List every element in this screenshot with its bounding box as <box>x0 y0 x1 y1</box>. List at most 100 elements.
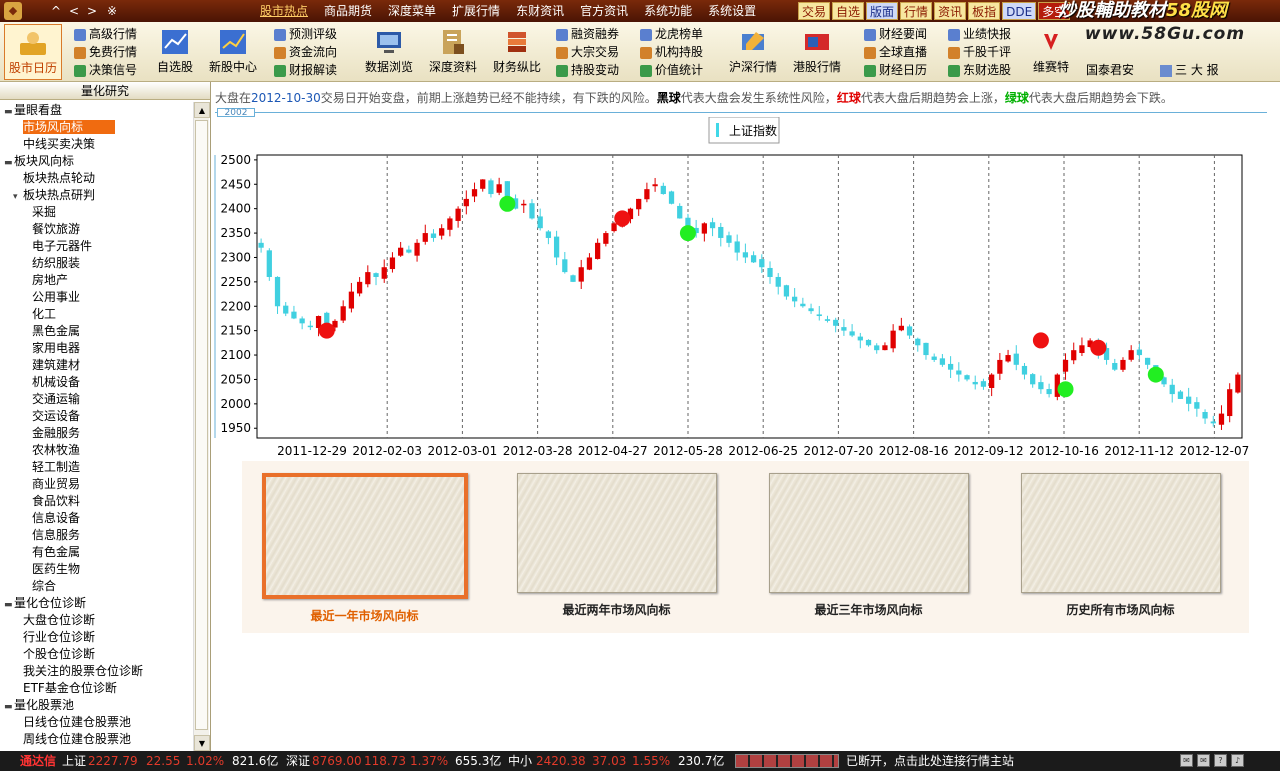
tree-item[interactable]: 食品饮料 <box>0 493 193 510</box>
tree-item[interactable]: 金融服务 <box>0 425 193 442</box>
alarm-icon[interactable]: ♪ <box>1231 754 1244 767</box>
menu-item[interactable]: 商品期货 <box>316 0 380 22</box>
toolbar-link[interactable]: 机构持股 <box>640 44 703 61</box>
tree-item[interactable]: 医药生物 <box>0 561 193 578</box>
green-signal-ball[interactable] <box>1147 366 1164 383</box>
email-icon[interactable]: ✉ <box>1197 754 1210 767</box>
tree-item[interactable]: 化工 <box>0 306 193 323</box>
tree-item[interactable]: ▬量眼看盘 <box>0 102 193 119</box>
toolbar-link[interactable]: 财经要闻 <box>864 26 927 43</box>
tree-item[interactable]: 农林牧渔 <box>0 442 193 459</box>
toolbar-link[interactable]: 东财选股 <box>948 62 1011 79</box>
tree-item[interactable]: 市场风向标 <box>0 119 193 136</box>
tree-item[interactable]: ▬量化仓位诊断 <box>0 595 193 612</box>
tree-item[interactable]: 我关注的股票仓位诊断 <box>0 663 193 680</box>
thumbnail-card[interactable]: 最近三年市场风向标 <box>766 473 971 623</box>
toolbar-link[interactable]: 持股变动 <box>556 62 619 79</box>
toolbar-link[interactable]: 龙虎榜单 <box>640 26 703 43</box>
quick-button[interactable]: 资讯 <box>934 2 967 20</box>
tree-item[interactable]: 中线买卖决策 <box>0 136 193 153</box>
tree-item[interactable]: 商业贸易 <box>0 476 193 493</box>
tree-item[interactable]: ▬量化股票池 <box>0 697 193 714</box>
menu-item[interactable]: 股市热点 <box>252 0 316 22</box>
tree-item[interactable]: 有色金属 <box>0 544 193 561</box>
scroll-up-icon[interactable]: ▲ <box>194 102 210 118</box>
tree-item[interactable]: 周线仓位建仓股票池 <box>0 731 193 748</box>
tree-item[interactable]: 交通运输 <box>0 391 193 408</box>
tree-item[interactable]: 家用电器 <box>0 340 193 357</box>
tree-item[interactable]: ETF基金仓位诊断 <box>0 680 193 697</box>
thumbnail-card[interactable]: 历史所有市场风向标 <box>1018 473 1223 623</box>
tree-item[interactable]: 黑色金属 <box>0 323 193 340</box>
mail-icon[interactable]: ✉ <box>1180 754 1193 767</box>
quick-button[interactable]: DDE <box>1002 2 1037 20</box>
menu-item[interactable]: 系统设置 <box>700 0 764 22</box>
toolbar-link-three-papers[interactable]: 三 大 报 <box>1160 62 1219 79</box>
quick-button[interactable]: 自选 <box>832 2 865 20</box>
tree-item[interactable]: 日线仓位建仓股票池 <box>0 714 193 731</box>
toolbar-button-hs-quotes[interactable]: 沪深行情 <box>724 24 782 80</box>
menu-item[interactable]: 深度菜单 <box>380 0 444 22</box>
toolbar-button-finance-compare[interactable]: 财务纵比 <box>488 24 546 80</box>
toolbar-button-new-stock[interactable]: 新股中心 <box>204 24 262 80</box>
tree-item[interactable]: 机械设备 <box>0 374 193 391</box>
quick-button[interactable]: 行情 <box>900 2 933 20</box>
tree-item[interactable]: 信息服务 <box>0 527 193 544</box>
nav-home-icon[interactable]: ※ <box>104 3 120 19</box>
scroll-thumb[interactable] <box>195 120 208 730</box>
nav-up-icon[interactable]: ^ <box>48 3 64 19</box>
tree-scrollbar[interactable]: ▲ ▼ <box>193 102 210 751</box>
toolbar-link[interactable]: 高级行情 <box>74 26 137 43</box>
menu-item[interactable]: 东财资讯 <box>508 0 572 22</box>
menu-item[interactable]: 系统功能 <box>636 0 700 22</box>
red-signal-ball[interactable] <box>1090 339 1107 356</box>
toolbar-link[interactable]: 免费行情 <box>74 44 137 61</box>
tree-item[interactable]: 轻工制造 <box>0 459 193 476</box>
tree-item[interactable]: 房地产 <box>0 272 193 289</box>
toolbar-link[interactable]: 融资融券 <box>556 26 619 43</box>
toolbar-link[interactable]: 决策信号 <box>74 62 137 79</box>
tree-item[interactable]: 综合 <box>0 578 193 595</box>
status-connection-message[interactable]: 已断开，点击此处连接行情主站 <box>846 751 1014 771</box>
tree-item[interactable]: ▬板块风向标 <box>0 153 193 170</box>
thumbnail-card[interactable]: 最近两年市场风向标 <box>514 473 719 623</box>
year-tab[interactable]: 2002 <box>217 108 255 118</box>
menu-item[interactable]: 官方资讯 <box>572 0 636 22</box>
tree-item[interactable]: 信息设备 <box>0 510 193 527</box>
toolbar-link[interactable]: 业绩快报 <box>948 26 1011 43</box>
tree-item[interactable]: 电子元器件 <box>0 238 193 255</box>
toolbar-button-hk-quotes[interactable]: 港股行情 <box>788 24 846 80</box>
tree-item[interactable]: 交运设备 <box>0 408 193 425</box>
toolbar-link-gtja[interactable]: 国泰君安 <box>1086 62 1134 79</box>
tree-item[interactable]: ▾ 板块热点研判 <box>0 187 193 204</box>
toolbar-link[interactable]: 财报解读 <box>274 62 337 79</box>
toolbar-link[interactable]: 资金流向 <box>274 44 337 61</box>
thumbnail-card[interactable]: 最近一年市场风向标 <box>262 473 468 623</box>
nav-forward-icon[interactable]: > <box>84 3 100 19</box>
tree-item[interactable]: 大盘仓位诊断 <box>0 612 193 629</box>
red-signal-ball[interactable] <box>614 210 631 227</box>
toolbar-button-data-browse[interactable]: 数据浏览 <box>360 24 418 80</box>
red-signal-ball[interactable] <box>1032 332 1049 349</box>
tree-item[interactable]: 板块热点轮动 <box>0 170 193 187</box>
help-icon[interactable]: ? <box>1214 754 1227 767</box>
toolbar-link[interactable]: 预测评级 <box>274 26 337 43</box>
tree-item[interactable]: 行业仓位诊断 <box>0 629 193 646</box>
scroll-down-icon[interactable]: ▼ <box>194 735 210 751</box>
green-signal-ball[interactable] <box>679 225 696 242</box>
toolbar-link[interactable]: 财经日历 <box>864 62 927 79</box>
toolbar-button-watchlist[interactable]: 自选股 <box>146 24 204 80</box>
toolbar-button-deep-data[interactable]: 深度资料 <box>424 24 482 80</box>
red-signal-ball[interactable] <box>318 322 335 339</box>
nav-back-icon[interactable]: < <box>66 3 82 19</box>
quick-button[interactable]: 版面 <box>866 2 899 20</box>
menu-item[interactable]: 扩展行情 <box>444 0 508 22</box>
toolbar-link[interactable]: 价值统计 <box>640 62 703 79</box>
quick-button[interactable]: 交易 <box>798 2 831 20</box>
tree-item[interactable]: 采掘 <box>0 204 193 221</box>
tree-item[interactable]: 餐饮旅游 <box>0 221 193 238</box>
quick-button[interactable]: 板指 <box>968 2 1001 20</box>
green-signal-ball[interactable] <box>1057 381 1074 398</box>
green-signal-ball[interactable] <box>499 195 516 212</box>
tree-item[interactable]: 个股仓位诊断 <box>0 646 193 663</box>
